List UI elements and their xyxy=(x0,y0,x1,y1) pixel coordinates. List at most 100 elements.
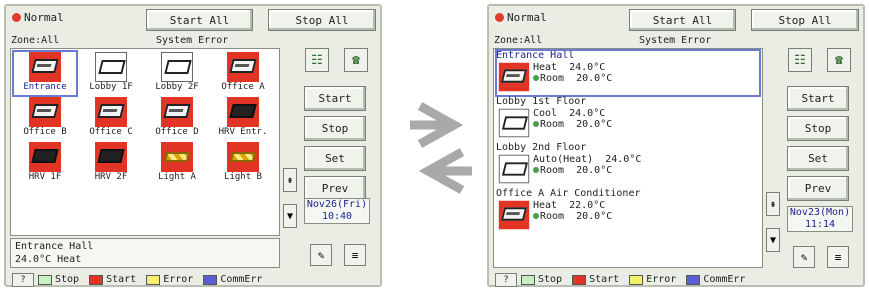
status-legend: ? Stop Start Error CommErr xyxy=(12,272,380,287)
unit-name: Lobby 2nd Floor xyxy=(496,142,587,153)
zone-label: Zone:All xyxy=(11,35,60,46)
room-temperature-row: Room 20.0°C xyxy=(533,119,612,130)
room-sensor-icon xyxy=(533,121,539,127)
legend-swatch xyxy=(572,274,587,285)
unit-list: Entrance Hall Heat 24.0°C Room 20.0°C Lobby… xyxy=(493,48,763,268)
unit-row-body: Auto(Heat) 24.0°C Room 20.0°C xyxy=(496,154,760,184)
unit-body-shape xyxy=(229,104,257,118)
start-all-button[interactable]: Start All xyxy=(146,9,253,31)
set-button[interactable]: Set xyxy=(787,146,849,171)
menu-icon[interactable]: ≡ xyxy=(827,246,849,268)
set-temperature: Heat 22.0°C xyxy=(533,200,606,211)
room-temperature: Room 20.0°C xyxy=(540,119,613,130)
unit-tile[interactable]: HRV Entr. xyxy=(211,96,275,141)
wall-unit-icon xyxy=(95,52,127,82)
zone-label: Zone:All xyxy=(494,35,543,46)
legend-swatch xyxy=(686,274,701,285)
legend-label: Start xyxy=(589,274,620,285)
start-all-button[interactable]: Start All xyxy=(629,9,736,31)
room-temperature: Room 20.0°C xyxy=(540,165,613,176)
unit-tile[interactable]: HRV 2F xyxy=(79,141,143,186)
menu-icon[interactable]: ≡ xyxy=(344,244,366,266)
cassette-icon xyxy=(498,62,530,92)
room-temperature-row: Room 20.0°C xyxy=(533,165,641,176)
unit-name: Office A Air Conditioner xyxy=(496,188,641,199)
unit-tile[interactable]: HRV 1F xyxy=(13,141,77,186)
remote-icon[interactable]: ☎ xyxy=(344,48,368,72)
selected-unit-info: Entrance Hall 24.0°C Heat xyxy=(10,238,280,268)
note-icon[interactable]: ✎ xyxy=(310,244,332,266)
unit-vent-shape xyxy=(102,109,118,112)
stop-button[interactable]: Stop xyxy=(787,116,849,141)
unit-readings: Cool 24.0°C Room 20.0°C xyxy=(533,108,612,130)
cassette-icon xyxy=(498,200,530,230)
unit-vent-shape xyxy=(36,64,52,67)
legend-swatch xyxy=(203,274,218,285)
help-button[interactable]: ? xyxy=(495,272,517,287)
view-switch-arrows-icon xyxy=(410,102,472,194)
page-down-button[interactable]: ⇟ xyxy=(283,168,297,192)
date-label: Nov26(Fri) xyxy=(306,199,368,210)
stop-all-button[interactable]: Stop All xyxy=(268,9,376,31)
stop-button[interactable]: Stop xyxy=(304,116,366,141)
legend-label: Error xyxy=(646,274,677,285)
unit-tile[interactable]: Office D xyxy=(145,96,209,141)
unit-list-row[interactable]: Entrance Hall Heat 24.0°C Room 20.0°C xyxy=(495,49,761,97)
note-icon[interactable]: ✎ xyxy=(793,246,815,268)
unit-tile[interactable]: Office B xyxy=(13,96,77,141)
scroll-down-button[interactable]: ▼ xyxy=(766,228,780,252)
start-button[interactable]: Start xyxy=(304,86,366,111)
scroll-down-button[interactable]: ▼ xyxy=(283,204,297,228)
status-label: Normal xyxy=(24,11,64,24)
unit-tile[interactable]: Light B xyxy=(211,141,275,186)
room-sensor-icon xyxy=(533,167,539,173)
time-label: 11:14 xyxy=(804,219,836,230)
time-label: 10:40 xyxy=(321,211,353,222)
cassette-icon xyxy=(95,97,127,127)
legend-label: CommErr xyxy=(703,274,746,285)
room-temperature-row: Room 20.0°C xyxy=(533,211,612,222)
status-dot-icon xyxy=(12,13,21,22)
legend-swatch xyxy=(146,274,161,285)
stop-all-button[interactable]: Stop All xyxy=(751,9,859,31)
unit-tile[interactable]: Lobby 1F xyxy=(79,51,143,96)
set-temperature: Cool 24.0°C xyxy=(533,108,606,119)
unit-list-row[interactable]: Lobby 1st Floor Cool 24.0°C Room 20.0°C xyxy=(496,96,760,142)
list-view-icon[interactable]: ☷ xyxy=(305,48,329,72)
unit-tile[interactable]: Entrance xyxy=(12,50,78,97)
unit-label: Office C xyxy=(89,127,133,137)
icon-view-icon[interactable]: ☷ xyxy=(788,48,812,72)
prev-button[interactable]: Prev xyxy=(787,176,849,201)
set-button[interactable]: Set xyxy=(304,146,366,171)
unit-body-shape xyxy=(98,60,126,74)
unit-tile[interactable]: Light A xyxy=(145,141,209,186)
date-time-display: Nov23(Mon) 11:14 xyxy=(787,206,853,232)
hrv-icon xyxy=(227,97,259,127)
unit-label: Light A xyxy=(158,172,196,182)
legend-error: Error xyxy=(146,274,193,285)
unit-body-shape xyxy=(163,152,191,162)
hrv-icon xyxy=(29,142,61,172)
unit-list-row[interactable]: Lobby 2nd Floor Auto(Heat) 24.0°C Room 20.… xyxy=(496,142,760,188)
start-button[interactable]: Start xyxy=(787,86,849,111)
remote-icon[interactable]: ☎ xyxy=(827,48,851,72)
icon-view-panel: Normal Start All Stop All Zone:All Syste… xyxy=(4,4,382,287)
cassette-icon xyxy=(161,97,193,127)
hrv-icon xyxy=(95,142,127,172)
page-down-button[interactable]: ⇟ xyxy=(766,192,780,216)
status-indicator: Normal xyxy=(495,11,547,24)
unit-vent-shape xyxy=(506,212,521,215)
legend-swatch xyxy=(521,274,535,285)
unit-vent-shape xyxy=(168,109,184,112)
room-sensor-icon xyxy=(533,75,539,81)
legend-swatch xyxy=(38,274,52,285)
set-temperature: Auto(Heat) 24.0°C xyxy=(533,154,642,165)
unit-tile[interactable]: Office A xyxy=(211,51,275,96)
unit-list-row[interactable]: Office A Air Conditioner Heat 22.0°C Room … xyxy=(496,188,760,234)
help-button[interactable]: ? xyxy=(12,272,34,287)
unit-label: Entrance xyxy=(23,82,67,92)
unit-row-body: Heat 22.0°C Room 20.0°C xyxy=(496,200,760,230)
unit-tile[interactable]: Lobby 2F xyxy=(145,51,209,96)
unit-body-shape xyxy=(97,149,125,163)
unit-tile[interactable]: Office C xyxy=(79,96,143,141)
